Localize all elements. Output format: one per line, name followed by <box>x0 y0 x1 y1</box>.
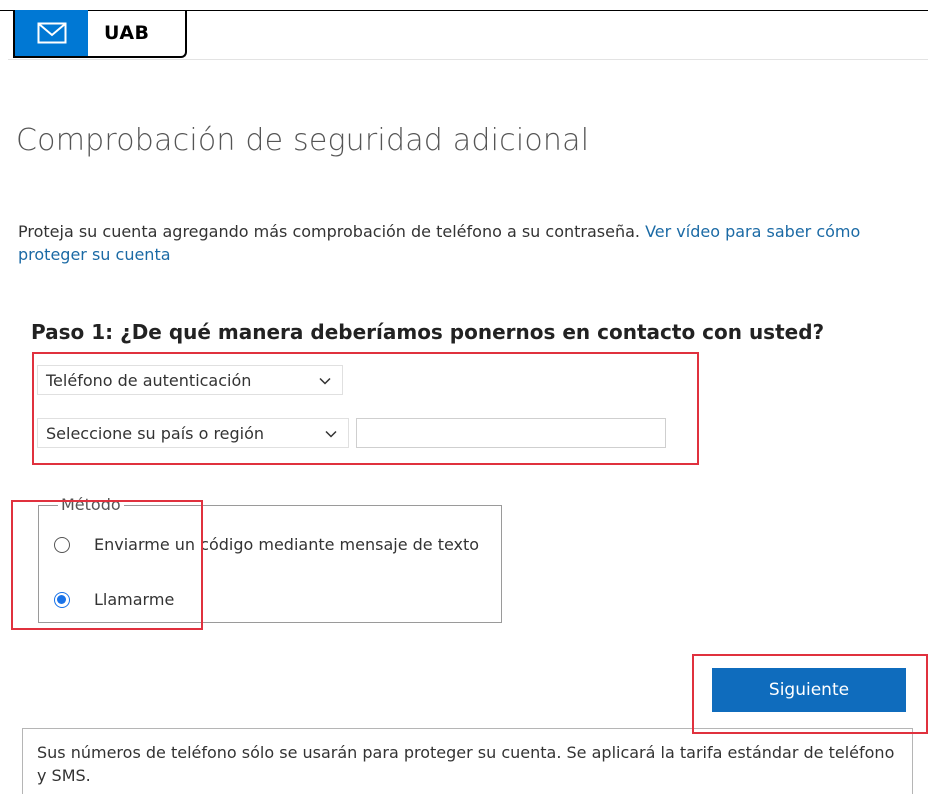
mail-tile <box>15 10 88 56</box>
privacy-note: Sus números de teléfono sólo se usarán p… <box>22 728 913 794</box>
step-heading: Paso 1: ¿De qué manera deberíamos ponern… <box>31 320 825 344</box>
highlight-next-button <box>692 654 928 734</box>
brand-logo: UAB <box>13 10 187 58</box>
page-title: Comprobación de seguridad adicional <box>16 123 590 158</box>
intro-text: Proteja su cuenta agregando más comproba… <box>18 222 646 241</box>
highlight-method-options <box>11 500 203 630</box>
header-divider <box>8 59 928 60</box>
intro-paragraph: Proteja su cuenta agregando más comproba… <box>18 220 898 266</box>
mail-icon <box>37 22 66 44</box>
highlight-contact-fields <box>32 352 699 465</box>
brand-text: UAB <box>104 22 150 44</box>
